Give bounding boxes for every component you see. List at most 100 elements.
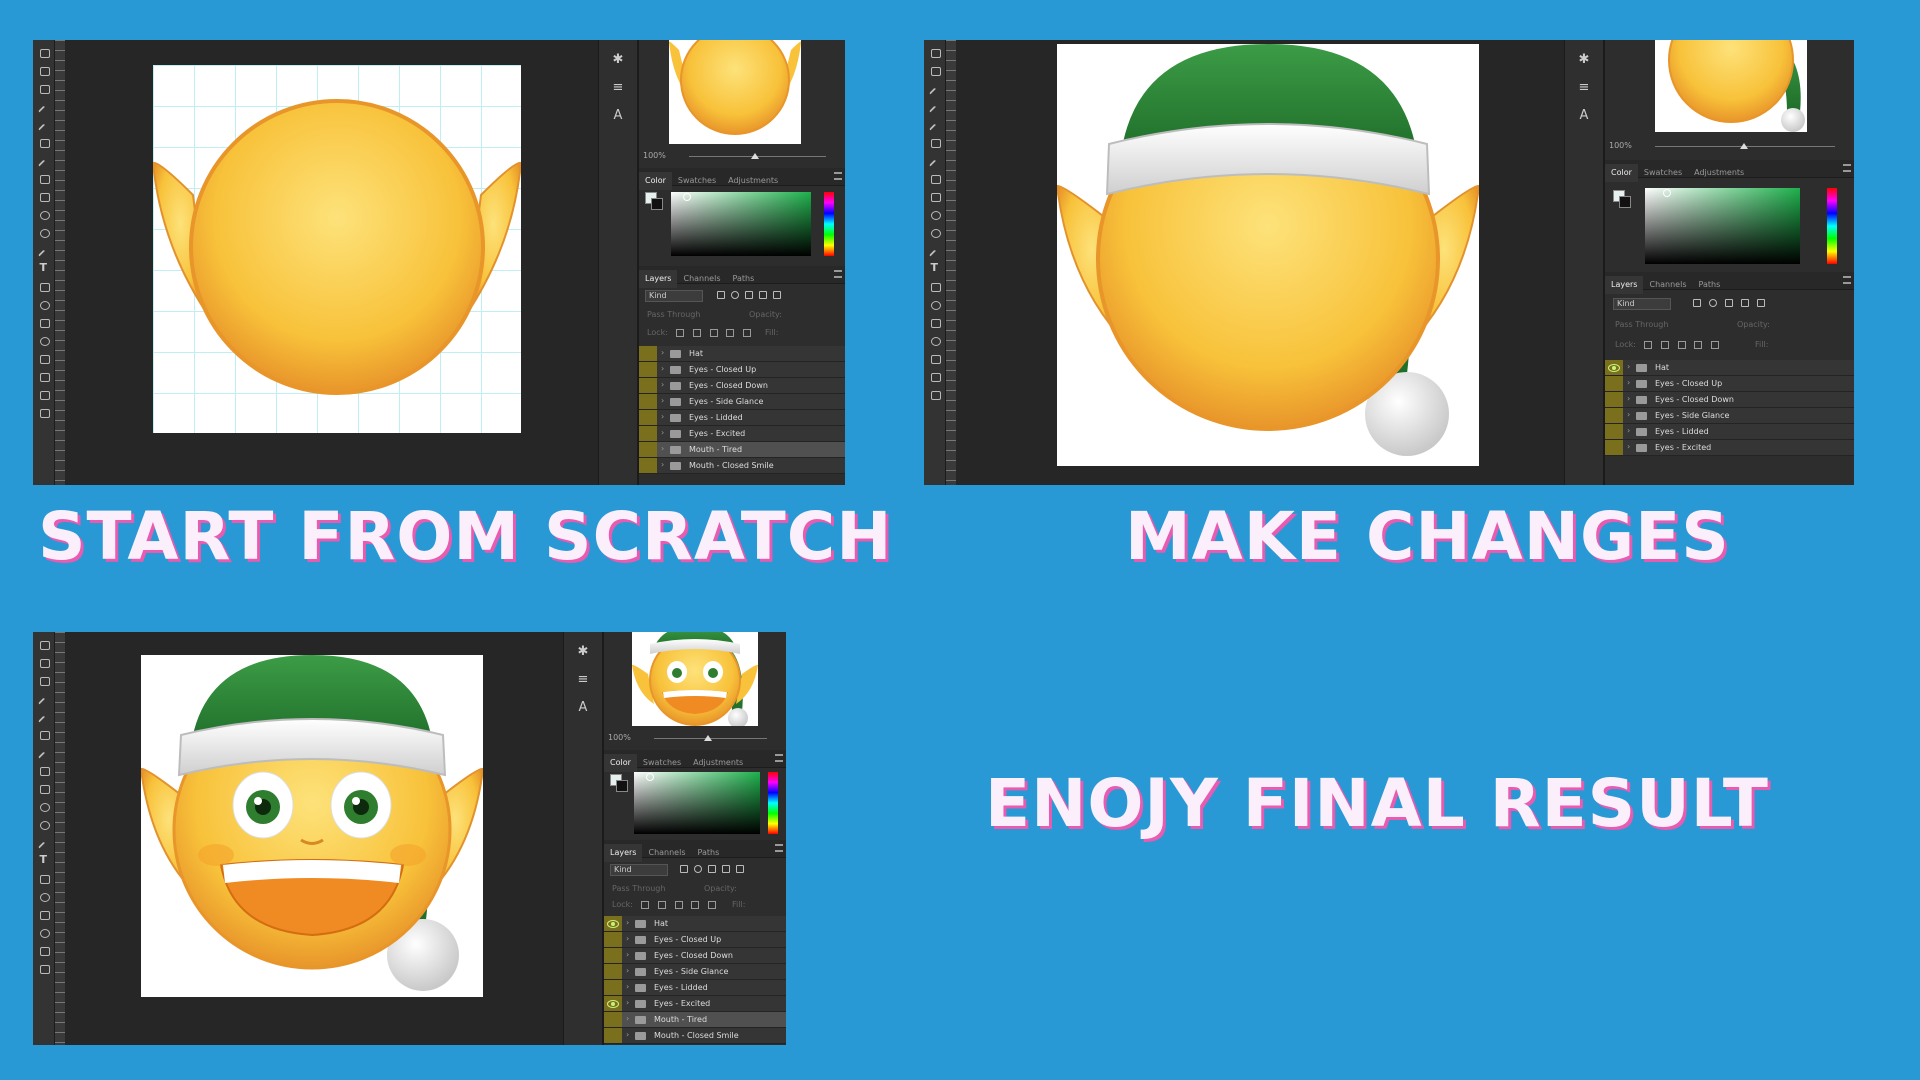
layer-row[interactable]: › Eyes - Excited bbox=[1605, 440, 1854, 456]
lock-all-icon[interactable] bbox=[1710, 340, 1719, 349]
pixel-filter-icon[interactable] bbox=[680, 865, 688, 873]
healing-tool-icon[interactable] bbox=[929, 119, 941, 130]
type-tool-icon[interactable] bbox=[38, 261, 50, 274]
layer-visibility-toggle[interactable] bbox=[1605, 376, 1623, 391]
tab-layers[interactable]: Layers bbox=[1605, 276, 1644, 294]
quick-mask-icon[interactable] bbox=[929, 389, 941, 400]
zoom-slider-knob[interactable] bbox=[751, 153, 759, 159]
layer-row[interactable]: › Eyes - Closed Up bbox=[604, 932, 786, 948]
blur-tool-icon[interactable] bbox=[929, 209, 941, 220]
layer-row[interactable]: › Eyes - Closed Up bbox=[639, 362, 845, 378]
pixel-filter-icon[interactable] bbox=[1693, 299, 1701, 307]
adjustment-filter-icon[interactable] bbox=[1709, 299, 1717, 307]
layer-row[interactable]: › Eyes - Excited bbox=[604, 996, 786, 1012]
expand-caret-icon[interactable]: › bbox=[1627, 410, 1630, 419]
stamp-tool-icon[interactable] bbox=[38, 729, 50, 740]
layer-visibility-toggle[interactable] bbox=[604, 948, 622, 963]
lock-paint-icon[interactable] bbox=[1661, 340, 1670, 349]
expand-caret-icon[interactable]: › bbox=[626, 918, 629, 927]
eraser-tool-icon[interactable] bbox=[929, 173, 941, 184]
dodge-tool-icon[interactable] bbox=[38, 819, 50, 830]
stamp-tool-icon[interactable] bbox=[38, 137, 50, 148]
lock-paint-icon[interactable] bbox=[658, 900, 667, 909]
color-picker-cursor[interactable] bbox=[683, 193, 691, 201]
hand-tool-icon[interactable] bbox=[38, 317, 50, 328]
layer-row[interactable]: › Eyes - Closed Down bbox=[1605, 392, 1854, 408]
type-tool-icon[interactable] bbox=[929, 261, 941, 274]
screen-mode-icon[interactable] bbox=[38, 407, 50, 418]
layer-row[interactable]: › Eyes - Lidded bbox=[604, 980, 786, 996]
panel-menu-icon[interactable] bbox=[1843, 276, 1851, 284]
layer-visibility-toggle[interactable] bbox=[604, 996, 622, 1011]
lock-move-icon[interactable] bbox=[709, 328, 718, 337]
ellipse-tool-icon[interactable] bbox=[929, 299, 941, 310]
hue-slider[interactable] bbox=[1827, 188, 1837, 264]
color-picker-cursor[interactable] bbox=[646, 773, 654, 781]
eyedropper-tool-icon[interactable] bbox=[38, 101, 50, 112]
eraser-tool-icon[interactable] bbox=[38, 173, 50, 184]
expand-caret-icon[interactable]: › bbox=[626, 1014, 629, 1023]
pen-tool-icon[interactable] bbox=[929, 245, 941, 256]
hand-tool-icon[interactable] bbox=[929, 317, 941, 328]
eyedropper-tool-icon[interactable] bbox=[38, 693, 50, 704]
panel-menu-icon[interactable] bbox=[834, 172, 842, 180]
smart-filter-icon[interactable] bbox=[736, 865, 744, 873]
expand-caret-icon[interactable]: › bbox=[626, 982, 629, 991]
fg-bg-swatches[interactable] bbox=[1613, 190, 1631, 208]
type-tool-icon[interactable] bbox=[38, 853, 50, 866]
tab-channels[interactable]: Channels bbox=[1643, 276, 1692, 294]
eye-icon[interactable] bbox=[607, 1000, 619, 1008]
eye-icon[interactable] bbox=[607, 920, 619, 928]
more-tools-icon[interactable] bbox=[38, 945, 50, 956]
blend-mode-select[interactable]: Pass Through bbox=[612, 884, 665, 893]
history-brush-icon[interactable] bbox=[38, 747, 50, 758]
expand-caret-icon[interactable]: › bbox=[1627, 362, 1630, 371]
zoom-tool-icon[interactable] bbox=[38, 335, 50, 346]
tab-color[interactable]: Color bbox=[604, 754, 637, 772]
tab-channels[interactable]: Channels bbox=[642, 844, 691, 862]
lock-move-icon[interactable] bbox=[674, 900, 683, 909]
lasso-tool-icon[interactable] bbox=[38, 65, 50, 76]
dodge-tool-icon[interactable] bbox=[38, 227, 50, 238]
layer-row[interactable]: › Hat bbox=[604, 916, 786, 932]
brush-tool-icon[interactable] bbox=[38, 711, 50, 722]
history-brush-icon[interactable] bbox=[929, 155, 941, 166]
adjustment-filter-icon[interactable] bbox=[731, 291, 739, 299]
expand-caret-icon[interactable]: › bbox=[661, 444, 664, 453]
zoom-tool-icon[interactable] bbox=[38, 927, 50, 938]
tab-paths[interactable]: Paths bbox=[1693, 276, 1727, 294]
path-select-tool-icon[interactable] bbox=[38, 281, 50, 292]
ellipse-tool-icon[interactable] bbox=[38, 891, 50, 902]
tab-swatches[interactable]: Swatches bbox=[672, 172, 722, 190]
eyedropper-tool-icon[interactable] bbox=[929, 83, 941, 94]
tab-paths[interactable]: Paths bbox=[692, 844, 726, 862]
layer-row[interactable]: › Mouth - Closed Smile bbox=[604, 1028, 786, 1044]
layer-row[interactable]: › Eyes - Side Glance bbox=[1605, 408, 1854, 424]
more-tools-icon[interactable] bbox=[929, 353, 941, 364]
expand-caret-icon[interactable]: › bbox=[661, 396, 664, 405]
tab-color[interactable]: Color bbox=[1605, 164, 1638, 182]
layer-visibility-toggle[interactable] bbox=[1605, 408, 1623, 423]
lock-pixels-icon[interactable] bbox=[676, 328, 685, 337]
tab-color[interactable]: Color bbox=[639, 172, 672, 190]
brush-tool-icon[interactable] bbox=[929, 101, 941, 112]
type-filter-icon[interactable] bbox=[708, 865, 716, 873]
kind-filter-select[interactable]: Kind bbox=[1613, 298, 1671, 310]
history-icon[interactable]: ✱ bbox=[574, 644, 592, 660]
shape-filter-icon[interactable] bbox=[1741, 299, 1749, 307]
dodge-tool-icon[interactable] bbox=[929, 227, 941, 238]
layer-visibility-toggle[interactable] bbox=[639, 458, 657, 473]
properties-icon[interactable]: ≡ bbox=[574, 672, 592, 688]
layer-visibility-toggle[interactable] bbox=[604, 916, 622, 931]
type-filter-icon[interactable] bbox=[745, 291, 753, 299]
panel-menu-icon[interactable] bbox=[775, 754, 783, 762]
character-icon[interactable]: A bbox=[574, 700, 592, 716]
tab-swatches[interactable]: Swatches bbox=[637, 754, 687, 772]
layer-visibility-toggle[interactable] bbox=[1605, 424, 1623, 439]
zoom-slider-knob[interactable] bbox=[1740, 143, 1748, 149]
expand-caret-icon[interactable]: › bbox=[661, 460, 664, 469]
layer-row[interactable]: › Eyes - Side Glance bbox=[604, 964, 786, 980]
lock-pixels-icon[interactable] bbox=[641, 900, 650, 909]
more-tools-icon[interactable] bbox=[38, 353, 50, 364]
adjustment-filter-icon[interactable] bbox=[694, 865, 702, 873]
